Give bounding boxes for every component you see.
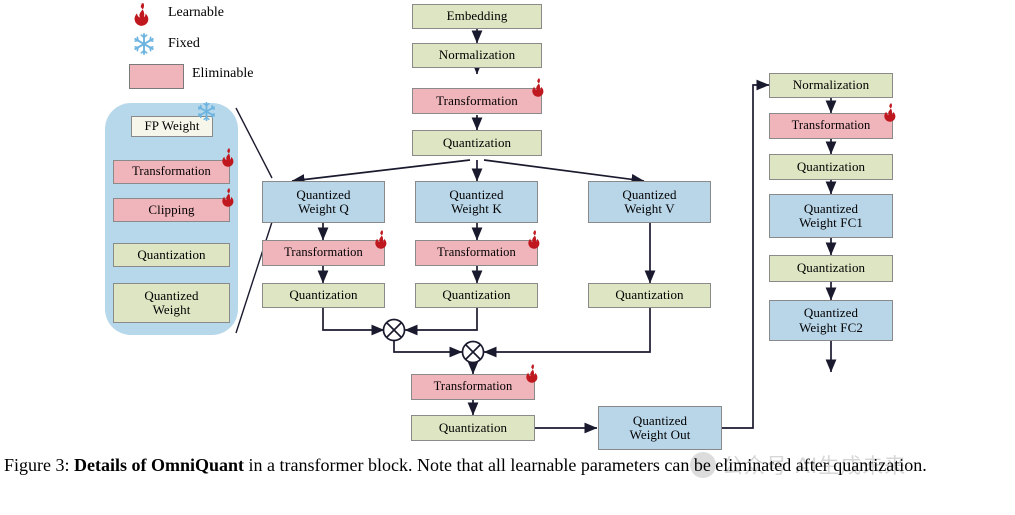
edge-qweightout-normalization2	[722, 79, 770, 429]
callout-line-top	[235, 107, 273, 179]
node-embedding[interactable]: Embedding	[412, 4, 542, 29]
node-normalization-2[interactable]: Normalization	[769, 73, 893, 98]
node-quantization-1[interactable]: Quantization	[412, 130, 542, 156]
node-quantization-v[interactable]: Quantization	[588, 283, 711, 308]
node-qweight-v[interactable]: Quantized Weight V	[588, 181, 711, 223]
node-transformation-k[interactable]: Transformation	[415, 240, 538, 266]
inset-node-quantization[interactable]: Quantization	[113, 243, 230, 267]
figure-canvas: Learnable Fixed Eliminable FP Weight Tra…	[0, 0, 1015, 515]
caption-prefix: Figure 3:	[4, 455, 74, 475]
node-qweight-out[interactable]: Quantized Weight Out	[598, 406, 722, 450]
node-quantization-fc1-in[interactable]: Quantization	[769, 154, 893, 180]
edge-q-matmul	[322, 308, 385, 336]
pink-swatch-icon	[129, 64, 184, 89]
node-qweight-q[interactable]: Quantized Weight Q	[262, 181, 385, 223]
node-qweight-fc1[interactable]: Quantized Weight FC1	[769, 194, 893, 238]
callout-line-bottom	[235, 221, 273, 334]
legend-label-eliminable: Eliminable	[192, 66, 254, 81]
matmul-v-operator	[461, 340, 485, 364]
figure-caption: Figure 3: Details of OmniQuant in a tran…	[4, 452, 1004, 478]
caption-rest: in a transformer block. Note that all le…	[244, 455, 927, 475]
node-qweight-k[interactable]: Quantized Weight K	[415, 181, 538, 223]
legend-label-fixed: Fixed	[168, 36, 200, 51]
node-quantization-q[interactable]: Quantization	[262, 283, 385, 308]
edge-quantization-v	[483, 159, 645, 185]
legend-label-learnable: Learnable	[168, 5, 224, 20]
node-transformation-2[interactable]: Transformation	[769, 113, 893, 139]
inset-node-quantized-weight[interactable]: Quantized Weight	[113, 283, 230, 323]
edge-k-matmul	[404, 308, 478, 336]
node-transformation-q[interactable]: Transformation	[262, 240, 385, 266]
edge-matmulqk-matmulv	[393, 341, 463, 358]
node-transformation-1[interactable]: Transformation	[412, 88, 542, 114]
node-quantization-out[interactable]: Quantization	[411, 415, 535, 441]
node-qweight-fc2[interactable]: Quantized Weight FC2	[769, 300, 893, 341]
node-normalization-1[interactable]: Normalization	[412, 43, 542, 68]
node-transformation-out[interactable]: Transformation	[411, 374, 535, 400]
inset-node-transformation[interactable]: Transformation	[113, 160, 230, 184]
inset-node-clipping[interactable]: Clipping	[113, 198, 230, 222]
edge-v-matmul	[483, 308, 651, 358]
edge-quantization-q	[291, 159, 471, 185]
matmul-qk-operator	[382, 318, 406, 342]
node-quantization-k[interactable]: Quantization	[415, 283, 538, 308]
node-quantization-fc2-in[interactable]: Quantization	[769, 255, 893, 282]
caption-bold-title: Details of OmniQuant	[74, 455, 245, 475]
inset-node-fp-weight[interactable]: FP Weight	[131, 116, 213, 137]
